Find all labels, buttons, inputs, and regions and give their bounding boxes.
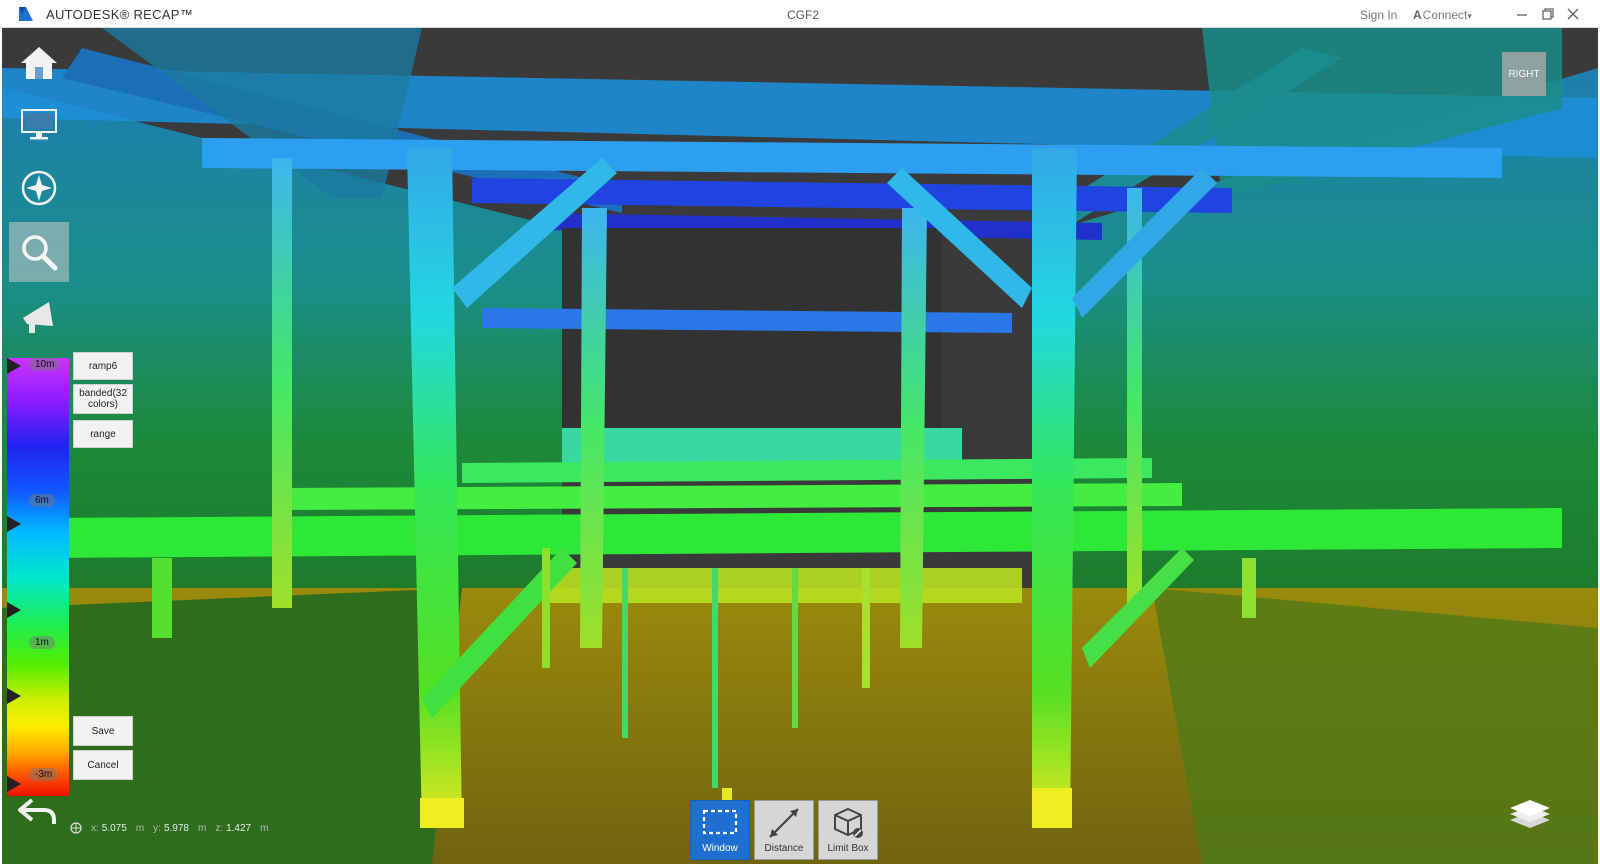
crosshair-icon: [70, 822, 82, 834]
y-value: 5.978: [163, 822, 189, 834]
navigate-tool[interactable]: [9, 158, 69, 218]
ramp6-button[interactable]: ramp6: [73, 352, 133, 380]
z-label: z:: [215, 822, 224, 834]
distance-label: Distance: [764, 843, 804, 854]
ramp-gradient-bar[interactable]: [7, 358, 69, 796]
document-title: CGF2: [787, 8, 820, 22]
close-icon[interactable]: [1563, 4, 1583, 24]
limit-box-icon: [834, 807, 863, 838]
x-label: x:: [91, 822, 99, 834]
sign-in-link[interactable]: Sign In: [1360, 8, 1397, 22]
z-value: 1.427: [226, 822, 252, 834]
ramp-tick-label: 1m: [29, 636, 55, 649]
ramp-handle-icon[interactable]: [7, 688, 21, 704]
window-select-label: Window: [702, 843, 738, 854]
navigate-icon: [21, 170, 57, 206]
display-tool[interactable]: [9, 94, 69, 154]
distance-button[interactable]: Distance: [754, 800, 814, 860]
back-arrow-icon[interactable]: [16, 796, 58, 828]
y-label: y:: [153, 822, 161, 834]
layers-icon[interactable]: [1508, 796, 1552, 832]
z-unit: m: [260, 822, 269, 834]
app-name: AUTODESK® RECAP™: [46, 7, 194, 22]
ramp-handle-icon[interactable]: [7, 776, 21, 792]
minimize-icon[interactable]: [1512, 4, 1532, 24]
view-cube[interactable]: RIGHT: [1502, 52, 1546, 96]
limit-box-button[interactable]: Limit Box: [818, 800, 878, 860]
coordinate-readout: x: 5.075 m y: 5.978 m z: 1.427 m: [70, 822, 268, 834]
ramp-tick-label: -3m: [29, 768, 59, 781]
megaphone-icon: [23, 302, 53, 333]
point-cloud-scene: [2, 28, 1598, 864]
ramp-handle-icon[interactable]: [7, 516, 21, 532]
search-tool[interactable]: [9, 222, 69, 282]
announcement-tool[interactable]: [9, 286, 69, 346]
limit-box-label: Limit Box: [827, 843, 869, 854]
y-unit: m: [197, 822, 207, 834]
cancel-button[interactable]: Cancel: [73, 750, 133, 780]
recap-logo-icon: [19, 7, 33, 21]
ramp-tick-label: 10m: [29, 358, 61, 371]
connect-label: Connect: [1422, 8, 1468, 22]
chevron-down-icon: ▾: [1467, 11, 1472, 21]
distance-icon: [769, 808, 799, 838]
connect-menu[interactable]: AConnect▾: [1413, 8, 1472, 22]
home-icon: [21, 47, 57, 79]
ramp-handle-icon[interactable]: [7, 602, 21, 618]
ramp-handle-icon[interactable]: [7, 358, 21, 374]
window-select-button[interactable]: Window: [690, 800, 750, 860]
save-button[interactable]: Save: [73, 716, 133, 746]
home-tool[interactable]: [9, 33, 69, 93]
window-select-icon: [702, 809, 738, 835]
ramp-tick-label: 6m: [29, 494, 55, 507]
range-button[interactable]: range: [73, 420, 133, 448]
elevation-color-ramp[interactable]: 10m 6m 1m -3m: [7, 358, 69, 796]
title-bar: AUTODESK® RECAP™ CGF2 Sign In AConnect▾: [0, 0, 1600, 28]
autodesk-a-icon: A: [1413, 8, 1422, 22]
search-icon: [22, 235, 58, 271]
x-value: 5.075: [101, 822, 127, 834]
restore-icon[interactable]: [1538, 4, 1558, 24]
point-cloud-viewport[interactable]: 10m 6m 1m -3m ramp6 banded(32 colors) ra…: [2, 28, 1598, 864]
monitor-icon: [21, 109, 57, 140]
banded-colors-button[interactable]: banded(32 colors): [73, 384, 133, 414]
x-unit: m: [135, 822, 145, 834]
